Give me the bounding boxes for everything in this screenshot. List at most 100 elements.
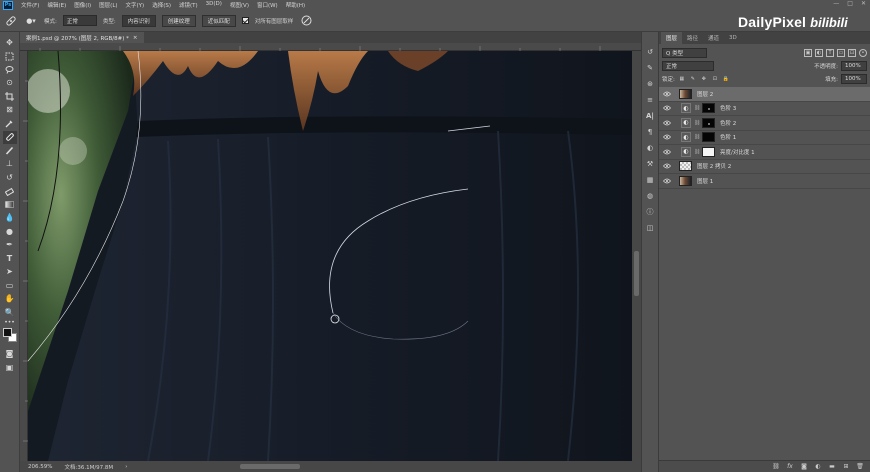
lock-image-icon[interactable]: ✎ bbox=[689, 75, 697, 83]
libraries-icon[interactable]: ◍ bbox=[645, 190, 656, 201]
lock-position-icon[interactable]: ✥ bbox=[700, 75, 708, 83]
add-mask-icon[interactable]: ◙ bbox=[800, 463, 808, 471]
screen-mode-icon[interactable]: ▣ bbox=[3, 361, 17, 375]
visibility-eye-icon[interactable] bbox=[662, 104, 671, 113]
visibility-eye-icon[interactable] bbox=[662, 89, 671, 98]
menu-item[interactable]: 窗口(W) bbox=[253, 1, 282, 9]
shape-tool-icon[interactable]: ▭ bbox=[3, 279, 17, 293]
navigator-icon[interactable]: ◫ bbox=[645, 222, 656, 233]
layer-thumbnail[interactable] bbox=[679, 88, 692, 99]
clone-source-icon[interactable]: ⊛ bbox=[645, 78, 656, 89]
visibility-eye-icon[interactable] bbox=[662, 176, 671, 185]
mask-link-icon[interactable]: ⛓ bbox=[694, 105, 700, 111]
more-tools-icon[interactable]: ••• bbox=[3, 319, 17, 326]
pressure-icon[interactable] bbox=[299, 14, 313, 28]
path-select-tool-icon[interactable]: ➤ bbox=[3, 266, 17, 280]
filter-type-icon[interactable]: T bbox=[826, 48, 834, 57]
filter-shape-icon[interactable]: ▭ bbox=[837, 48, 845, 57]
sample-all-layers-checkbox[interactable] bbox=[241, 17, 249, 24]
menu-item[interactable]: 文字(Y) bbox=[122, 1, 149, 9]
eraser-tool-icon[interactable] bbox=[3, 185, 17, 199]
menu-item[interactable]: 图层(L) bbox=[95, 1, 121, 9]
blend-mode-select[interactable]: 正常 bbox=[662, 60, 714, 71]
swatches-icon[interactable]: ▦ bbox=[645, 174, 656, 185]
dodge-tool-icon[interactable]: ● bbox=[3, 225, 17, 239]
adjustments-icon[interactable]: ◐ bbox=[645, 142, 656, 153]
delete-layer-icon[interactable]: 🗑 bbox=[856, 463, 864, 471]
status-arrow[interactable]: › bbox=[125, 464, 127, 470]
paragraph-panel-icon[interactable]: ¶ bbox=[645, 126, 656, 137]
menu-item[interactable]: 帮助(H) bbox=[282, 1, 309, 9]
minimize-button[interactable]: — bbox=[833, 0, 839, 7]
new-layer-icon[interactable]: ⊞ bbox=[842, 463, 850, 471]
type-tool-icon[interactable]: T bbox=[3, 252, 17, 266]
adjustment-thumbnail-icon[interactable]: ◐ bbox=[681, 103, 691, 114]
history-panel-icon[interactable]: ↺ bbox=[645, 46, 656, 57]
tools-preset-icon[interactable]: ⚒ bbox=[645, 158, 656, 169]
move-tool-icon[interactable]: ✥ bbox=[3, 36, 17, 50]
zoom-tool-icon[interactable]: 🔍 bbox=[3, 306, 17, 320]
menu-item[interactable]: 文件(F) bbox=[17, 1, 43, 9]
stamp-tool-icon[interactable]: ⊥ bbox=[3, 158, 17, 172]
document-tab-close[interactable]: × bbox=[133, 35, 138, 41]
vertical-scrollbar[interactable] bbox=[632, 51, 641, 461]
layer-thumbnail[interactable] bbox=[679, 161, 692, 172]
layer-mask-thumbnail[interactable] bbox=[702, 117, 715, 128]
mask-link-icon[interactable]: ⛓ bbox=[694, 120, 700, 126]
vertical-scroll-thumb[interactable] bbox=[634, 251, 639, 296]
layer-thumbnail[interactable] bbox=[679, 175, 692, 186]
pen-tool-icon[interactable]: ✒ bbox=[3, 239, 17, 253]
zoom-level[interactable]: 206.59% bbox=[28, 464, 52, 470]
eyedropper-tool-icon[interactable] bbox=[3, 117, 17, 131]
tab-3d[interactable]: 3D bbox=[724, 32, 742, 44]
opacity-input[interactable]: 100% bbox=[841, 60, 867, 71]
maximize-button[interactable]: □ bbox=[847, 0, 853, 7]
color-swatches[interactable] bbox=[2, 327, 17, 342]
close-window-button[interactable]: ✕ bbox=[861, 0, 866, 7]
filter-smart-icon[interactable]: ⊡ bbox=[848, 48, 856, 57]
tab-paths[interactable]: 路径 bbox=[682, 32, 703, 44]
brush-settings-icon[interactable]: ✎ bbox=[645, 62, 656, 73]
layer-mask-thumbnail[interactable] bbox=[702, 132, 715, 143]
marquee-tool-icon[interactable] bbox=[3, 50, 17, 64]
character-panel-icon[interactable]: A| bbox=[645, 110, 656, 121]
menu-item[interactable]: 3D(D) bbox=[202, 1, 226, 9]
history-brush-tool-icon[interactable]: ↺ bbox=[3, 171, 17, 185]
visibility-eye-icon[interactable] bbox=[662, 133, 671, 142]
layer-row[interactable]: 图层 2 拷贝 2 bbox=[659, 160, 870, 174]
brush-tool-icon[interactable] bbox=[3, 144, 17, 158]
lock-artboard-icon[interactable]: ⊡ bbox=[711, 75, 719, 83]
layer-row[interactable]: ◐ ⛓ 色阶 1 bbox=[659, 131, 870, 145]
info-icon[interactable]: ⓘ bbox=[645, 206, 656, 217]
healing-tool-icon[interactable] bbox=[2, 130, 17, 144]
adjustment-thumbnail-icon[interactable]: ◐ bbox=[681, 132, 691, 143]
create-texture-button[interactable]: 创建纹理 bbox=[161, 14, 196, 27]
horizontal-scroll-thumb[interactable] bbox=[240, 464, 300, 469]
tab-channels[interactable]: 通道 bbox=[703, 32, 724, 44]
properties-icon[interactable]: ≡ bbox=[645, 94, 656, 105]
layer-row[interactable]: ◐ ⛓ 色阶 3 bbox=[659, 102, 870, 116]
healing-brush-icon[interactable] bbox=[4, 14, 18, 28]
document-canvas[interactable] bbox=[28, 51, 632, 461]
layer-style-icon[interactable]: fx bbox=[786, 463, 794, 471]
hand-tool-icon[interactable]: ✋ bbox=[3, 293, 17, 307]
menu-item[interactable]: 编辑(E) bbox=[43, 1, 70, 9]
new-adjustment-icon[interactable]: ◐ bbox=[814, 463, 822, 471]
mode-select[interactable]: 正常 bbox=[62, 15, 97, 26]
menu-item[interactable]: 图像(I) bbox=[70, 1, 95, 9]
lasso-tool-icon[interactable] bbox=[3, 63, 17, 77]
menu-item[interactable]: 视图(V) bbox=[226, 1, 253, 9]
visibility-eye-icon[interactable] bbox=[662, 118, 671, 127]
layer-row[interactable]: ◐ ⛓ 色阶 2 bbox=[659, 116, 870, 131]
content-aware-button[interactable]: 内容识别 bbox=[121, 14, 156, 27]
filter-adjustment-icon[interactable]: ◐ bbox=[815, 48, 823, 57]
blur-tool-icon[interactable]: 💧 bbox=[3, 212, 17, 226]
adjustment-thumbnail-icon[interactable]: ◐ bbox=[681, 146, 691, 157]
quick-mask-icon[interactable]: ◙ bbox=[3, 348, 17, 362]
foreground-color-swatch[interactable] bbox=[2, 327, 12, 337]
visibility-eye-icon[interactable] bbox=[662, 147, 671, 156]
document-tab[interactable]: 案例1.psd @ 207% (图层 2, RGB/8#) * × bbox=[20, 32, 144, 43]
brush-preset-icon[interactable]: ●▾ bbox=[24, 14, 38, 28]
gradient-tool-icon[interactable] bbox=[3, 198, 17, 212]
lock-all-icon[interactable]: 🔒 bbox=[722, 75, 730, 83]
